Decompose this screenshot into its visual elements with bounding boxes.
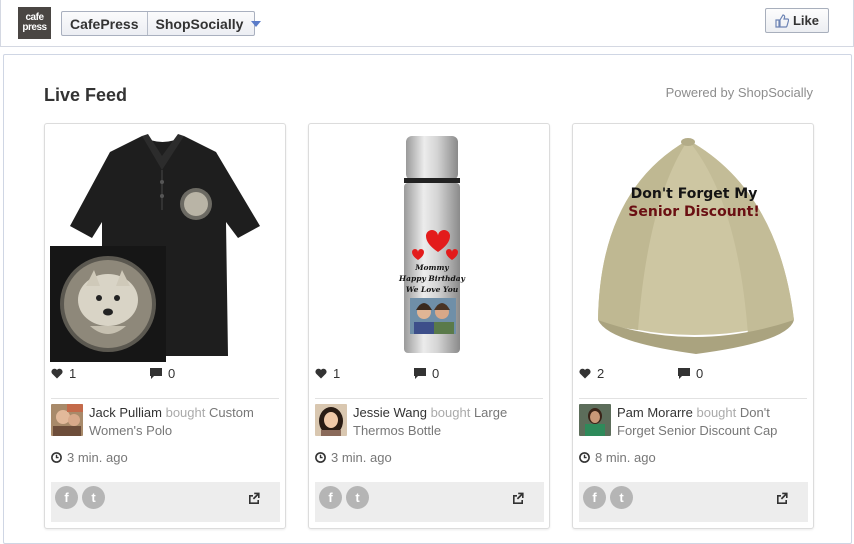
buyer-text: Jessie Wang bought Large Thermos Bottle (353, 404, 543, 440)
time-value: 8 min. ago (595, 450, 656, 465)
comments-count[interactable]: 0 (414, 366, 439, 381)
comments-value: 0 (432, 366, 440, 381)
buyer-text: Jack Pulliam bought Custom Women's Polo (89, 404, 279, 440)
share-icon[interactable] (247, 491, 261, 505)
buyer-name[interactable]: Pam Morarre (617, 405, 693, 420)
thumbs-up-icon (775, 13, 789, 28)
bottle-text-3: We Love You (406, 285, 459, 294)
likes-value: 2 (597, 366, 605, 381)
divider (579, 398, 807, 399)
twitter-icon: t (355, 490, 360, 505)
buyer-verb: bought (165, 405, 206, 420)
facebook-icon: f (592, 490, 597, 505)
facebook-share-button[interactable]: f (319, 486, 342, 509)
like-button[interactable]: Like (765, 8, 829, 33)
logo-text-line2: press (22, 22, 47, 33)
comments-value: 0 (168, 366, 176, 381)
likes-count[interactable]: 1 (51, 366, 76, 381)
store-name[interactable]: CafePress (62, 12, 148, 35)
share-bar: f t (315, 482, 544, 522)
share-icon[interactable] (511, 491, 525, 505)
comment-icon (678, 368, 690, 379)
buyer-verb: bought (430, 405, 471, 420)
comments-count[interactable]: 0 (150, 366, 175, 381)
feed-card: Mommy Happy Birthday We Love You 1 0 Jes… (308, 123, 550, 529)
avatar[interactable] (579, 404, 611, 436)
feed-card: Don't Forget My Senior Discount! 2 0 Pam… (572, 123, 814, 529)
card-stats: 2 0 (579, 366, 807, 382)
app-name[interactable]: ShopSocially (148, 12, 270, 35)
comments-value: 0 (696, 366, 704, 381)
twitter-icon: t (619, 490, 624, 505)
buyer-text: Pam Morarre bought Don't Forget Senior D… (617, 404, 807, 440)
buyer-info: Jessie Wang bought Large Thermos Bottle (315, 404, 545, 444)
cap-text-1: Don't Forget My (631, 186, 758, 202)
bottle-text-2: Happy Birthday (398, 274, 466, 283)
like-label: Like (792, 13, 819, 28)
buyer-info: Pam Morarre bought Don't Forget Senior D… (579, 404, 809, 444)
page-title: Live Feed (44, 85, 128, 105)
time-value: 3 min. ago (331, 450, 392, 465)
divider (315, 398, 543, 399)
card-stats: 1 0 (51, 366, 279, 382)
top-bar: cafe press CafePress ShopSocially Like (0, 0, 854, 47)
twitter-share-button[interactable]: t (610, 486, 633, 509)
comment-icon (414, 368, 426, 379)
heart-icon (315, 368, 327, 379)
share-bar: f t (579, 482, 808, 522)
avatar[interactable] (315, 404, 347, 436)
buyer-name[interactable]: Jack Pulliam (89, 405, 162, 420)
product-image-cap[interactable]: Don't Forget My Senior Discount! (578, 130, 808, 362)
clock-icon (51, 452, 62, 463)
facebook-icon: f (328, 490, 333, 505)
store-app-selector[interactable]: CafePress ShopSocially (61, 11, 262, 36)
likes-count[interactable]: 2 (579, 366, 604, 381)
avatar[interactable] (51, 404, 83, 436)
share-icon[interactable] (775, 491, 789, 505)
likes-value: 1 (333, 366, 341, 381)
product-image-polo[interactable] (50, 130, 280, 362)
buyer-info: Jack Pulliam bought Custom Women's Polo (51, 404, 281, 444)
cap-text-2: Senior Discount! (628, 204, 759, 220)
clock-icon (315, 452, 326, 463)
comment-icon (150, 368, 162, 379)
twitter-icon: t (91, 490, 96, 505)
twitter-share-button[interactable]: t (82, 486, 105, 509)
heart-icon (51, 368, 63, 379)
twitter-share-button[interactable]: t (346, 486, 369, 509)
buyer-verb: bought (696, 405, 737, 420)
powered-by-link[interactable]: Powered by ShopSocially (666, 85, 813, 100)
live-feed-panel: Live Feed Powered by ShopSocially 1 0 Ja… (3, 54, 852, 544)
facebook-share-button[interactable]: f (583, 486, 606, 509)
comments-count[interactable]: 0 (678, 366, 703, 381)
divider (51, 398, 279, 399)
product-image-thermos[interactable]: Mommy Happy Birthday We Love You (314, 130, 544, 362)
likes-count[interactable]: 1 (315, 366, 340, 381)
timestamp: 3 min. ago (51, 450, 128, 465)
facebook-icon: f (64, 490, 69, 505)
facebook-share-button[interactable]: f (55, 486, 78, 509)
bottle-text-1: Mommy (414, 263, 449, 272)
cafepress-logo[interactable]: cafe press (18, 7, 51, 39)
share-bar: f t (51, 482, 280, 522)
time-value: 3 min. ago (67, 450, 128, 465)
feed-card: 1 0 Jack Pulliam bought Custom Women's P… (44, 123, 286, 529)
likes-value: 1 (69, 366, 77, 381)
buyer-name[interactable]: Jessie Wang (353, 405, 427, 420)
timestamp: 8 min. ago (579, 450, 656, 465)
clock-icon (579, 452, 590, 463)
chevron-down-icon (251, 20, 262, 27)
app-name-label: ShopSocially (155, 15, 244, 32)
timestamp: 3 min. ago (315, 450, 392, 465)
card-stats: 1 0 (315, 366, 543, 382)
heart-icon (579, 368, 591, 379)
